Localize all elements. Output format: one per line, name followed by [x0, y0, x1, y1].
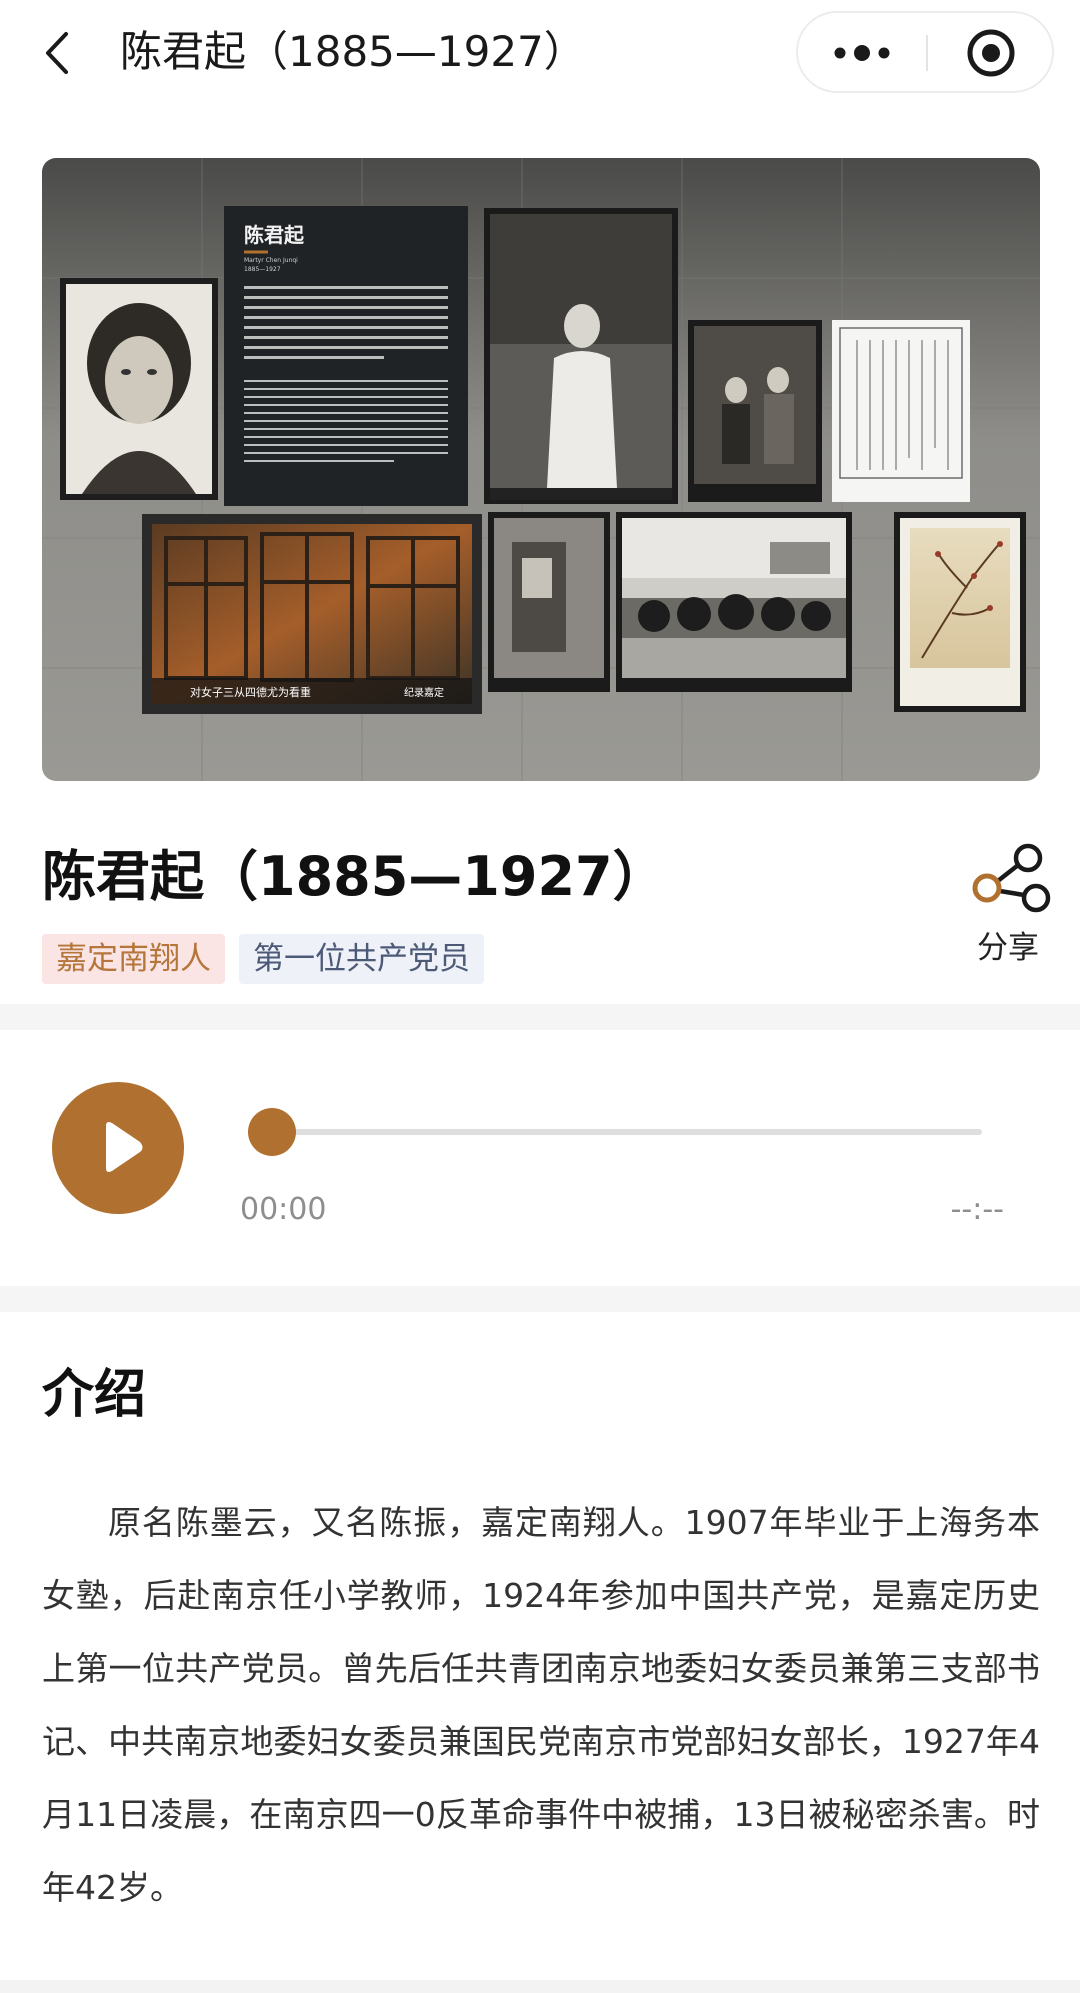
tag-list: 嘉定南翔人 第一位共产党员: [42, 934, 484, 984]
video-tag: 纪录嘉定: [404, 686, 444, 699]
exhibit-photo: 陈君起 Martyr Chen Junqi 1885—1927 对女子三从四德尤…: [42, 158, 1040, 781]
intro-text: 原名陈墨云，又名陈振，嘉定南翔人。1907年毕业于上海务本女塾，后赴南京任小学教…: [42, 1503, 1040, 1907]
profile-title: 陈君起（1885—1927）: [42, 845, 667, 908]
more-dots-icon: [834, 45, 890, 61]
duration: --:--: [950, 1192, 1004, 1227]
nav-title: 陈君起（1885—1927）: [120, 27, 586, 76]
close-button[interactable]: [928, 13, 1054, 91]
current-time: 00:00: [240, 1192, 327, 1227]
tag-hometown: 嘉定南翔人: [42, 934, 225, 984]
share-button[interactable]: 分享: [960, 840, 1056, 970]
navigation-bar: 陈君起（1885—1927）: [0, 0, 1080, 106]
share-label: 分享: [977, 930, 1039, 966]
chevron-left-icon: [46, 32, 68, 74]
audio-progress-thumb[interactable]: [248, 1108, 296, 1156]
play-button[interactable]: [52, 1082, 184, 1214]
share-icon: [972, 843, 1051, 913]
mini-program-capsule: [796, 11, 1054, 93]
exhibit-wall-image: 陈君起 Martyr Chen Junqi 1885—1927 对女子三从四德尤…: [42, 158, 1040, 781]
back-button[interactable]: [38, 28, 78, 78]
audio-progress-track[interactable]: [272, 1129, 982, 1135]
intro-heading: 介绍: [42, 1365, 147, 1425]
board-subtitle: Martyr Chen Junqi: [244, 257, 298, 264]
bottom-divider: [0, 1980, 1080, 1993]
video-caption: 对女子三从四德尤为看重: [190, 685, 311, 699]
target-circle-icon: [967, 29, 1015, 77]
section-divider: [0, 1286, 1080, 1312]
board-title: 陈君起: [244, 223, 305, 247]
board-years: 1885—1927: [244, 266, 281, 273]
play-icon: [106, 1122, 143, 1172]
section-divider: [0, 1004, 1080, 1030]
more-button[interactable]: [798, 13, 926, 91]
tag-first-party-member: 第一位共产党员: [239, 934, 484, 984]
